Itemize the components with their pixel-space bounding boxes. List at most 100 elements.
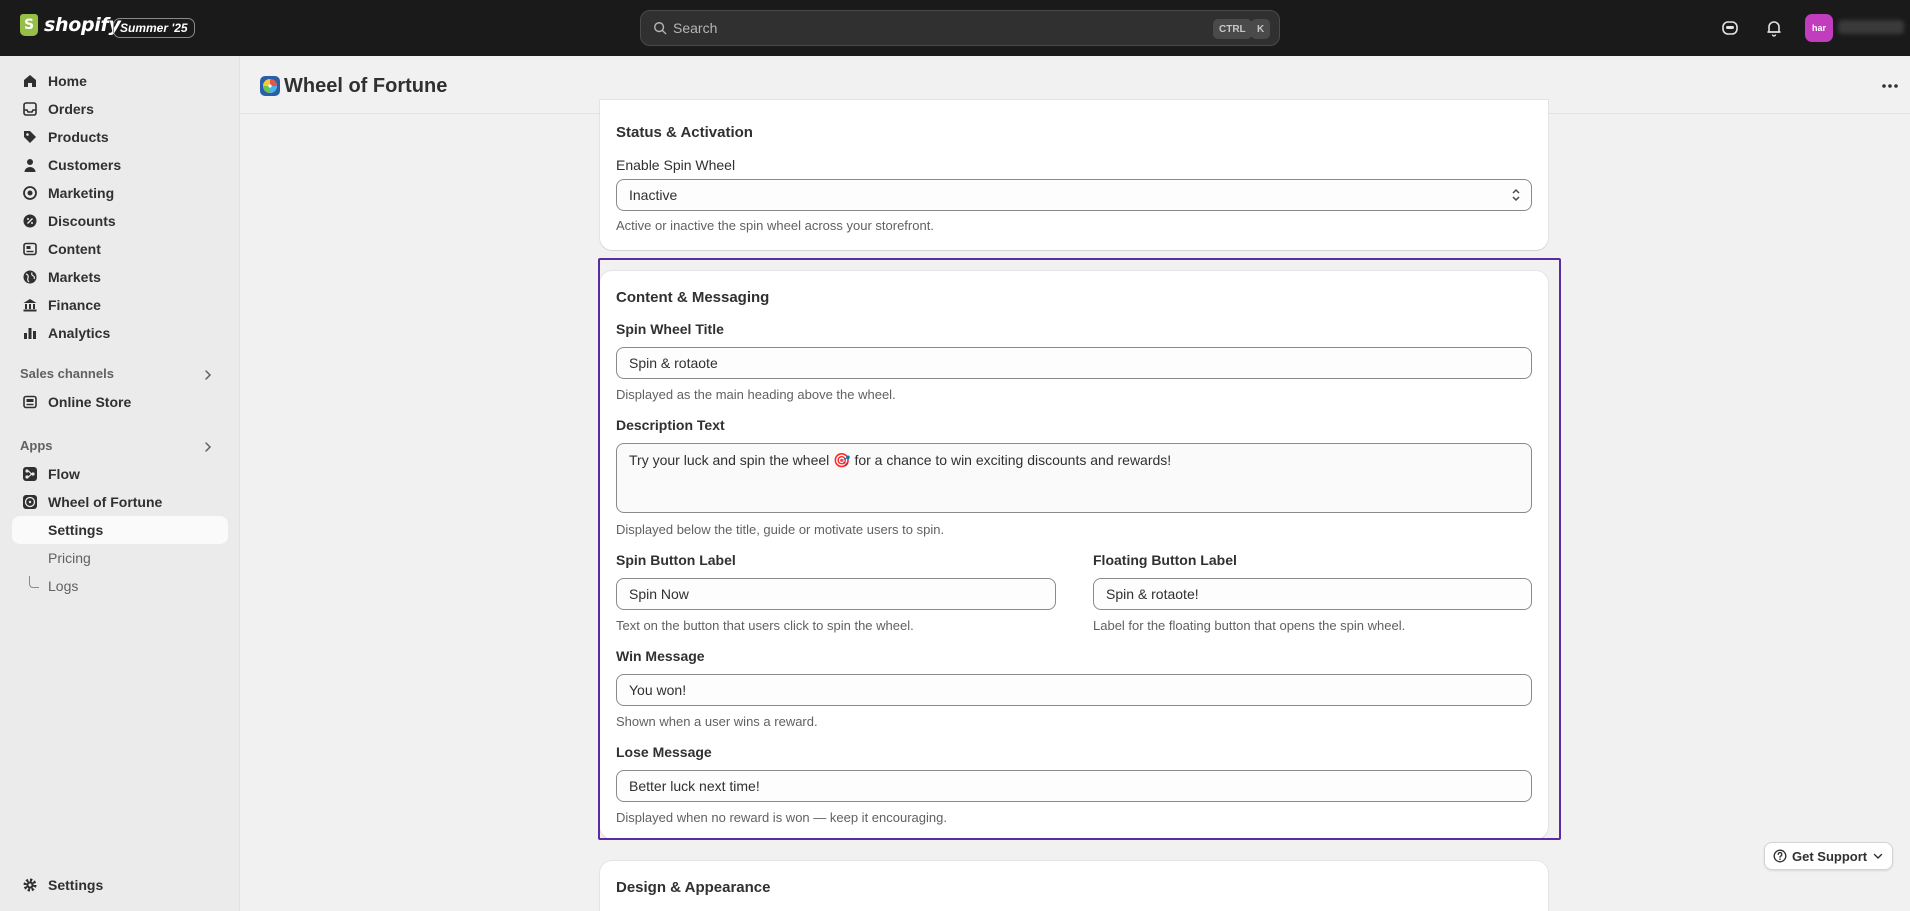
sidebar-item-online-store[interactable]: Online Store xyxy=(12,388,228,416)
chevron-right-icon[interactable] xyxy=(202,369,214,381)
sidebar-item-label: Home xyxy=(48,73,87,89)
lose-message-help: Displayed when no reward is won — keep i… xyxy=(616,810,947,825)
sidebar-item-home[interactable]: Home xyxy=(12,67,228,95)
sidebar-item-content[interactable]: Content xyxy=(12,235,228,263)
globe-icon xyxy=(23,270,37,284)
spin-button-label-help: Text on the button that users click to s… xyxy=(616,618,914,633)
card-title: Status & Activation xyxy=(616,124,753,141)
avatar[interactable]: har xyxy=(1805,14,1833,42)
sidebar-item-label: Products xyxy=(48,129,109,145)
shortcut-ctrl: CTRL xyxy=(1213,19,1252,39)
search-bar[interactable]: Search CTRL K xyxy=(640,10,1280,46)
enable-spin-wheel-help: Active or inactive the spin wheel across… xyxy=(616,218,934,233)
logo-text: shopify xyxy=(44,14,121,36)
store-icon xyxy=(23,395,37,409)
top-bar: shopify Summer '25 Search CTRL K har xyxy=(0,0,1910,56)
target-icon xyxy=(23,186,37,200)
get-support-label: Get Support xyxy=(1792,848,1868,864)
content-icon xyxy=(23,242,37,256)
help-circle-icon xyxy=(1773,849,1787,863)
edition-badge[interactable]: Summer '25 xyxy=(113,18,195,38)
flow-icon xyxy=(23,467,37,481)
sidebar-item-customers[interactable]: Customers xyxy=(12,151,228,179)
sidekick-icon[interactable] xyxy=(1720,18,1740,38)
spin-wheel-title-label: Spin Wheel Title xyxy=(616,321,724,337)
sidebar-item-label: Finance xyxy=(48,297,101,313)
person-icon xyxy=(24,159,36,172)
wheel-app-icon xyxy=(23,495,37,509)
sidebar-item-label: Wheel of Fortune xyxy=(48,494,163,510)
gear-icon xyxy=(23,878,37,892)
sidebar-item-label: Settings xyxy=(48,522,104,538)
card-title: Design & Appearance xyxy=(616,879,771,896)
shopify-bag-icon xyxy=(20,14,38,36)
sidebar-item-orders[interactable]: Orders xyxy=(12,95,228,123)
select-value: Inactive xyxy=(629,187,678,203)
chevron-down-icon xyxy=(1873,853,1883,859)
sidebar-item-wheel-of-fortune[interactable]: Wheel of Fortune xyxy=(12,488,228,516)
wheel-app-icon xyxy=(260,76,280,96)
design-appearance-card: Design & Appearance xyxy=(600,861,1548,911)
sidebar-item-label: Discounts xyxy=(48,213,116,229)
bar-chart-icon xyxy=(24,328,36,339)
lose-message-label: Lose Message xyxy=(616,744,712,760)
floating-button-label-input[interactable] xyxy=(1093,578,1532,610)
sidebar-item-label: Markets xyxy=(48,269,101,285)
enable-spin-wheel-select[interactable]: Inactive xyxy=(616,179,1532,211)
sidebar-item-logs[interactable]: Logs xyxy=(12,572,228,600)
sidebar-item-settings[interactable]: Settings xyxy=(12,871,228,899)
content-messaging-card: Content & Messaging Spin Wheel Title Dis… xyxy=(600,271,1548,839)
sidebar-item-label: Online Store xyxy=(48,394,132,410)
enable-spin-wheel-label: Enable Spin Wheel xyxy=(616,157,736,173)
bell-icon[interactable] xyxy=(1764,18,1784,38)
sidebar-item-label: Logs xyxy=(48,578,79,594)
description-text-input[interactable]: Try your luck and spin the wheel 🎯 for a… xyxy=(616,443,1532,513)
store-name-blurred[interactable] xyxy=(1838,20,1904,34)
sidebar-item-label: Orders xyxy=(48,101,94,117)
get-support-button[interactable]: Get Support xyxy=(1764,842,1894,870)
shortcut-k: K xyxy=(1251,19,1271,39)
ellipsis-icon xyxy=(1882,84,1898,88)
more-actions-button[interactable] xyxy=(1878,76,1902,96)
floating-button-label-help: Label for the floating button that opens… xyxy=(1093,618,1406,633)
bank-icon xyxy=(23,299,37,312)
sidebar-item-label: Marketing xyxy=(48,185,115,201)
sidebar-item-discounts[interactable]: Discounts xyxy=(12,207,228,235)
discount-icon xyxy=(23,214,37,228)
sidebar-item-label: Customers xyxy=(48,157,122,173)
sidebar-item-markets[interactable]: Markets xyxy=(12,263,228,291)
sidebar-item-marketing[interactable]: Marketing xyxy=(12,179,228,207)
shopify-logo[interactable]: shopify xyxy=(20,14,121,36)
sidebar-item-finance[interactable]: Finance xyxy=(12,291,228,319)
win-message-help: Shown when a user wins a reward. xyxy=(616,714,818,729)
card-title: Content & Messaging xyxy=(616,289,770,306)
spin-wheel-title-input[interactable] xyxy=(616,347,1532,379)
spin-button-label-label: Spin Button Label xyxy=(616,552,736,568)
sidebar-item-label: Analytics xyxy=(48,325,111,341)
description-text-label: Description Text xyxy=(616,417,725,433)
status-activation-card: Status & Activation Enable Spin Wheel In… xyxy=(600,100,1548,250)
apps-label[interactable]: Apps xyxy=(20,438,53,453)
sidebar-item-label: Settings xyxy=(48,877,104,893)
chevron-right-icon[interactable] xyxy=(202,441,214,453)
inbox-icon xyxy=(23,102,37,116)
sidebar-item-label: Content xyxy=(48,241,101,257)
sidebar-item-settings-sub[interactable]: Settings xyxy=(12,516,228,544)
home-icon xyxy=(24,75,36,87)
sidebar-item-label: Flow xyxy=(48,466,80,482)
sales-channels-label[interactable]: Sales channels xyxy=(20,366,114,381)
sidebar-item-products[interactable]: Products xyxy=(12,123,228,151)
sidebar-item-pricing[interactable]: Pricing xyxy=(12,544,228,572)
sidebar-item-label: Pricing xyxy=(48,550,91,566)
win-message-input[interactable] xyxy=(616,674,1532,706)
sidebar-item-analytics[interactable]: Analytics xyxy=(12,319,228,347)
sidebar-item-flow[interactable]: Flow xyxy=(12,460,228,488)
description-text-help: Displayed below the title, guide or moti… xyxy=(616,522,945,537)
search-icon xyxy=(654,22,667,35)
sidebar: Home Orders Products Customers Marketing… xyxy=(0,56,240,911)
spin-button-label-input[interactable] xyxy=(616,578,1056,610)
lose-message-input[interactable] xyxy=(616,770,1532,802)
search-placeholder: Search xyxy=(673,20,718,36)
page-title: Wheel of Fortune xyxy=(284,75,448,97)
spin-wheel-title-help: Displayed as the main heading above the … xyxy=(616,387,896,402)
